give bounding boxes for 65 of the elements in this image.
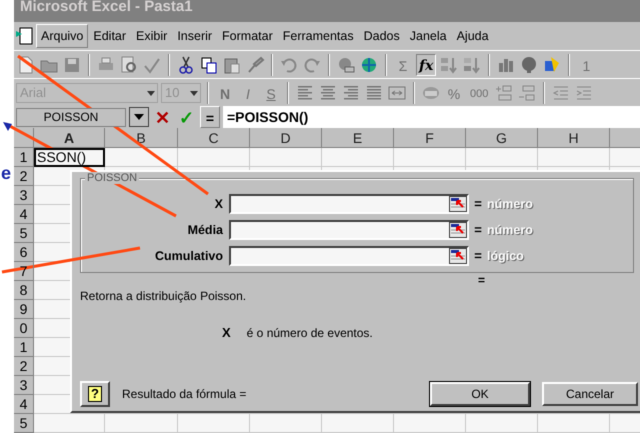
menu-item[interactable]: Formatar (217, 24, 278, 48)
table-cell[interactable] (610, 414, 640, 433)
argument-name: X (222, 325, 231, 340)
argument-description: é o número de eventos. (246, 326, 373, 340)
equals-sign: = (478, 273, 486, 287)
collapse-dialog-icon[interactable] (449, 222, 467, 238)
menu-item[interactable]: Dados (358, 24, 405, 48)
equals-sign: = (473, 221, 483, 240)
function-description: Retorna a distribuição Poisson. (80, 289, 246, 303)
table-cell[interactable] (610, 148, 640, 167)
group-title: POISSON (85, 172, 140, 184)
arrowhead-icon (3, 122, 12, 131)
table-cell[interactable] (538, 148, 610, 167)
equals-button[interactable]: = (200, 106, 220, 128)
table-cell[interactable] (322, 414, 394, 433)
dropdown-button-icon[interactable] (129, 107, 149, 127)
menu-item[interactable]: Arquivo (36, 24, 88, 48)
menu-item[interactable]: Ferramentas (278, 24, 359, 48)
name-box[interactable]: POISSON (16, 108, 126, 126)
function-button[interactable]: fx (416, 54, 436, 76)
table-cell[interactable] (105, 148, 178, 167)
argument-field[interactable] (229, 194, 469, 214)
increase-decimals-icon[interactable] (494, 82, 514, 102)
table-cell[interactable] (250, 148, 322, 167)
table-cell[interactable] (322, 148, 394, 167)
collapse-dialog-icon[interactable] (449, 248, 467, 264)
argument-field[interactable] (229, 246, 469, 266)
help-button[interactable]: ? (80, 381, 110, 407)
argument-type: lógico (487, 248, 524, 265)
active-cell[interactable]: SSON() (34, 148, 105, 167)
table-cell[interactable] (178, 148, 250, 167)
formula-field[interactable]: =POISSON() (223, 106, 640, 128)
copy-icon[interactable] (199, 54, 219, 74)
argument-type: número (487, 222, 533, 239)
argument-label: Cumulativo (154, 248, 224, 265)
cancel-button[interactable]: Cancelar (542, 382, 638, 406)
argument-label: Média (186, 222, 224, 239)
formula-result: Resultado da fórmula = (122, 386, 246, 403)
equals-sign: = (473, 247, 483, 266)
argument-field[interactable] (229, 220, 469, 240)
table-cell[interactable] (250, 414, 322, 433)
argument-type: número (487, 196, 533, 213)
slide-text-fragment: e (1, 164, 12, 182)
table-cell[interactable] (105, 414, 178, 433)
select-all-corner[interactable] (14, 128, 34, 148)
menu-item[interactable]: Inserir (172, 24, 218, 48)
window-title: Microsoft Excel - Pasta1 (20, 0, 193, 14)
table-cell[interactable] (466, 148, 538, 167)
ok-button[interactable]: OK (430, 382, 530, 406)
menu-item[interactable]: Editar (88, 24, 132, 48)
table-cell[interactable] (466, 414, 538, 433)
table-cell[interactable] (34, 414, 105, 433)
menu-item[interactable]: Janela (404, 24, 452, 48)
preview-icon[interactable] (119, 54, 139, 74)
menu-item[interactable]: Ajuda (452, 24, 494, 48)
decrease-decimals-icon[interactable] (517, 82, 538, 102)
table-cell[interactable] (394, 414, 466, 433)
cancel-button[interactable]: ✕ (152, 106, 173, 128)
menu-item[interactable]: Exibir (131, 24, 172, 48)
table-cell[interactable] (178, 414, 250, 433)
table-cell[interactable] (394, 148, 466, 167)
collapse-dialog-icon[interactable] (449, 196, 467, 212)
equals-sign: = (473, 195, 483, 214)
argument-label: X (214, 196, 224, 213)
table-cell[interactable] (538, 414, 610, 433)
